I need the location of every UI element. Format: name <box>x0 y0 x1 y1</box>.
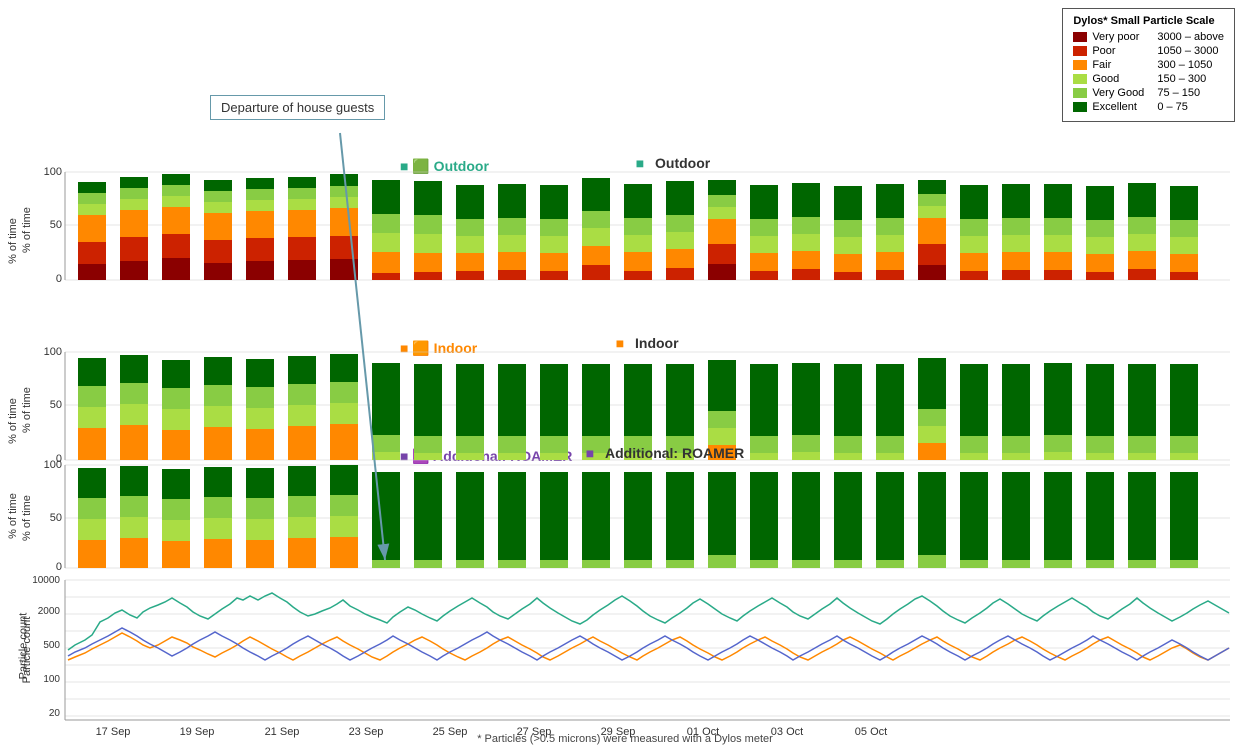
legend-color-swatch <box>1073 32 1087 42</box>
legend-item: Excellent0 – 75 <box>1073 101 1224 113</box>
svg-text:50: 50 <box>50 512 62 524</box>
legend-title: Dylos* Small Particle Scale <box>1073 15 1224 27</box>
legend-item: Very poor3000 – above <box>1073 31 1224 43</box>
svg-text:50: 50 <box>50 399 62 411</box>
footnote: * Particles (>0.5 microns) were measured… <box>0 733 1250 745</box>
legend-color-swatch <box>1073 46 1087 56</box>
legend-item-label: Fair <box>1092 59 1157 71</box>
legend-item-range: 150 – 300 <box>1157 73 1206 85</box>
legend-color-swatch <box>1073 60 1087 70</box>
legend-item-range: 0 – 75 <box>1157 101 1188 113</box>
svg-text:0: 0 <box>56 273 62 285</box>
legend-item-range: 75 – 150 <box>1157 87 1200 99</box>
legend-item-label: Poor <box>1092 45 1157 57</box>
annotation-text: Departure of house guests <box>221 100 374 115</box>
legend-item-range: 1050 – 3000 <box>1157 45 1218 57</box>
legend-box: Dylos* Small Particle Scale Very poor300… <box>1062 8 1235 122</box>
svg-text:■: ■ <box>616 335 624 351</box>
svg-text:50: 50 <box>50 219 62 231</box>
annotation-box: Departure of house guests <box>210 95 385 120</box>
legend-item-label: Excellent <box>1092 101 1157 113</box>
svg-text:100: 100 <box>43 674 60 685</box>
svg-text:% of time: % of time <box>21 495 33 541</box>
svg-text:Particle count: Particle count <box>21 617 33 684</box>
legend-color-swatch <box>1073 102 1087 112</box>
svg-text:Outdoor: Outdoor <box>655 155 711 171</box>
svg-text:■: ■ <box>636 155 644 171</box>
legend-item: Very Good75 – 150 <box>1073 87 1224 99</box>
svg-text:■: ■ <box>586 445 594 461</box>
svg-text:% of time: % of time <box>21 207 33 253</box>
svg-text:500: 500 <box>43 640 60 651</box>
svg-text:% of time: % of time <box>21 387 33 433</box>
legend-color-swatch <box>1073 74 1087 84</box>
legend-item-range: 300 – 1050 <box>1157 59 1212 71</box>
legend-item-label: Very Good <box>1092 87 1157 99</box>
svg-text:20: 20 <box>49 708 61 719</box>
svg-text:Additional: ROAMER: Additional: ROAMER <box>605 445 744 461</box>
svg-text:100: 100 <box>44 459 62 471</box>
legend-item-range: 3000 – above <box>1157 31 1224 43</box>
svg-text:100: 100 <box>44 166 62 178</box>
svg-text:100: 100 <box>44 346 62 358</box>
legend-item: Good150 – 300 <box>1073 73 1224 85</box>
legend-item-label: Very poor <box>1092 31 1157 43</box>
svg-text:2000: 2000 <box>38 606 61 617</box>
legend-color-swatch <box>1073 88 1087 98</box>
legend-item-label: Good <box>1092 73 1157 85</box>
svg-text:Indoor: Indoor <box>635 335 679 351</box>
svg-text:10000: 10000 <box>32 575 60 586</box>
legend-item: Poor1050 – 3000 <box>1073 45 1224 57</box>
chart-container: Dylos* Small Particle Scale Very poor300… <box>0 0 1250 750</box>
legend-item: Fair300 – 1050 <box>1073 59 1224 71</box>
svg-text:0: 0 <box>56 561 62 573</box>
